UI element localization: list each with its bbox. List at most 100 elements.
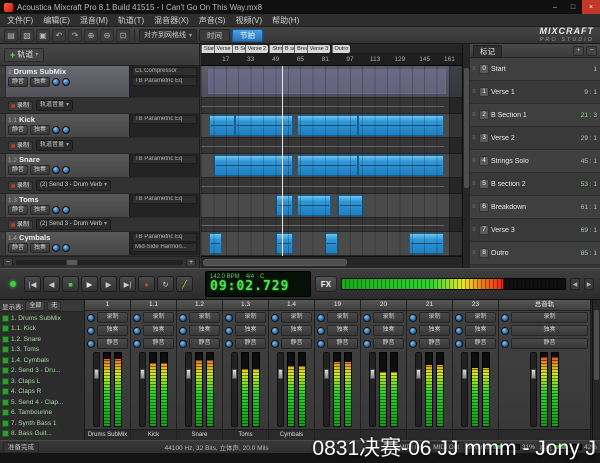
track-row[interactable]: ⋮ 1 Drums SubMix 静音 独奏 (0, 66, 199, 98)
fx-chain-box[interactable]: TB Parametric Eq (129, 194, 199, 217)
meter-scroll-left-button[interactable]: ◀ (570, 278, 580, 290)
marker-grip[interactable]: ≡ (472, 89, 477, 95)
mute-button[interactable]: 静音 (281, 338, 312, 349)
delete-marker-button[interactable]: − (586, 46, 597, 56)
audio-clip[interactable] (209, 115, 236, 136)
arrangement-area[interactable] (201, 66, 462, 256)
track-row[interactable]: ⋮ 1.1 Kick 静音 独奏 (0, 114, 199, 138)
solo-button[interactable]: 独奏 (419, 325, 450, 336)
mute-button[interactable]: 静音 (8, 243, 28, 253)
undo-icon[interactable]: ↶ (52, 29, 66, 42)
automation-record-button[interactable]: 录制 (8, 101, 33, 111)
solo-button[interactable]: 独奏 (30, 165, 50, 175)
channel-knob[interactable] (409, 327, 417, 335)
audio-clip[interactable] (276, 233, 293, 254)
timeline-row-toms[interactable] (201, 194, 462, 218)
menu-item[interactable]: 混音(M) (75, 15, 113, 26)
channel-knob[interactable] (133, 340, 141, 348)
marker-grip[interactable]: ≡ (472, 181, 477, 187)
open-project-icon[interactable]: ▧ (20, 29, 34, 42)
volume-knob[interactable] (62, 78, 70, 86)
solo-button[interactable]: 独奏 (511, 325, 588, 336)
mixer-track-list-item[interactable]: 7. Synth Bass 1 (0, 418, 84, 429)
add-track-button[interactable]: + 轨道 ▾ (4, 48, 44, 62)
mute-button[interactable]: 静音 (235, 338, 266, 349)
volume-knob[interactable] (62, 126, 70, 134)
channel-knob[interactable] (225, 327, 233, 335)
channel-knob[interactable] (317, 327, 325, 335)
zoom-in-button[interactable]: + (186, 258, 196, 267)
volume-fader[interactable] (323, 352, 330, 427)
automation-param-dropdown[interactable]: 轨道音量 ▾ (36, 100, 73, 111)
channel-knob[interactable] (363, 327, 371, 335)
mixer-channel-strip[interactable]: 总音轨 录制 独奏 静音 (499, 300, 591, 440)
save-icon[interactable]: ▣ (36, 29, 50, 42)
marker-row[interactable]: ≡ 0 Start 1 (470, 58, 600, 81)
channel-knob[interactable] (179, 327, 187, 335)
menu-item[interactable]: 帮助(H) (267, 15, 304, 26)
channel-knob[interactable] (179, 314, 187, 322)
fx-slot[interactable]: TB Parametric Eq (132, 195, 197, 204)
beat-display-toggle[interactable]: 节拍 (232, 29, 263, 42)
channel-knob[interactable] (501, 314, 509, 322)
automation-param-dropdown[interactable]: (2) Send 3 - Drum Verb ▾ (36, 180, 111, 191)
pencil-tool-button[interactable]: ╱ (176, 276, 193, 292)
fx-chain-box[interactable]: CL Compressor TB Parametric Eq (129, 66, 199, 97)
marker-grip[interactable]: ≡ (472, 250, 477, 256)
marker-row[interactable]: ≡ 7 Verse 3 69 : 1 (470, 219, 600, 242)
fx-slot[interactable]: CL Compressor (132, 67, 197, 76)
solo-button[interactable]: 独奏 (327, 325, 358, 336)
playhead[interactable] (282, 66, 283, 256)
automation-record-button[interactable]: 录制 (8, 220, 33, 230)
minimize-button[interactable]: – (546, 0, 564, 14)
solo-button[interactable]: 独奏 (30, 77, 50, 87)
audio-clip[interactable] (409, 233, 443, 254)
volume-fader[interactable] (185, 352, 192, 427)
mixer-track-list-item[interactable]: 1.2. Snare (0, 334, 84, 345)
audio-clip[interactable] (325, 233, 338, 254)
channel-knob[interactable] (225, 340, 233, 348)
mixer-track-list-item[interactable]: 8. Bass Guit... (0, 429, 84, 440)
marker-grip[interactable]: ≡ (472, 227, 477, 233)
mute-button[interactable]: 静音 (8, 77, 28, 87)
fx-slot[interactable]: TB Parametric Eq (132, 115, 197, 124)
mixer-channel-strip[interactable]: 1.2 录制 独奏 静音 (177, 300, 223, 440)
menu-item[interactable]: 编辑(E) (38, 15, 75, 26)
snap-to-grid-dropdown[interactable]: 对齐到网格线 ▾ (139, 29, 197, 42)
volume-fader[interactable] (415, 352, 422, 427)
audio-clip[interactable] (297, 115, 358, 136)
channel-knob[interactable] (133, 327, 141, 335)
mute-button[interactable]: 静音 (373, 338, 404, 349)
scrollbar-thumb[interactable] (203, 259, 347, 266)
mute-button[interactable]: 静音 (8, 125, 28, 135)
forward-button[interactable]: ▶ (100, 276, 117, 292)
mixer-track-list-item[interactable]: 1. Drums SubMix (0, 313, 84, 324)
fx-chain-box[interactable]: TB Parametric Eq (129, 154, 199, 177)
volume-fader[interactable] (277, 352, 284, 427)
solo-button[interactable]: 独奏 (373, 325, 404, 336)
show-all-meters-button[interactable]: 全部 (25, 301, 45, 311)
mixer-channel-strip[interactable]: 19 录制 独奏 静音 (315, 300, 361, 440)
mute-button[interactable]: 静音 (327, 338, 358, 349)
record-arm-button[interactable]: 录制 (281, 312, 312, 323)
mute-button[interactable]: 静音 (465, 338, 496, 349)
record-arm-button[interactable]: 录制 (143, 312, 174, 323)
mixer-channel-strip[interactable]: 1.4 录制 独奏 静音 (269, 300, 315, 440)
marker-grip[interactable]: ≡ (472, 204, 477, 210)
volume-knob[interactable] (62, 244, 70, 252)
rewind-button[interactable]: ◀ (43, 276, 60, 292)
volume-fader[interactable] (93, 352, 100, 427)
marker-grip[interactable]: ≡ (472, 112, 477, 118)
marker-grip[interactable]: ≡ (472, 66, 477, 72)
track-row[interactable]: ⋮ 1.3 Toms 静音 独奏 (0, 194, 199, 218)
marker-grip[interactable]: ≡ (472, 158, 477, 164)
channel-knob[interactable] (501, 327, 509, 335)
pan-knob[interactable] (52, 206, 60, 214)
solo-button[interactable]: 独奏 (143, 325, 174, 336)
record-arm-button[interactable]: 录制 (465, 312, 496, 323)
timeline-row-drums-submix[interactable] (201, 66, 462, 98)
solo-button[interactable]: 独奏 (235, 325, 266, 336)
title-bar[interactable]: Acoustica Mixcraft Pro 8.1 Build 41515 -… (0, 0, 600, 14)
volume-fader[interactable] (530, 352, 537, 427)
timeline-row-cymbals[interactable] (201, 232, 462, 256)
